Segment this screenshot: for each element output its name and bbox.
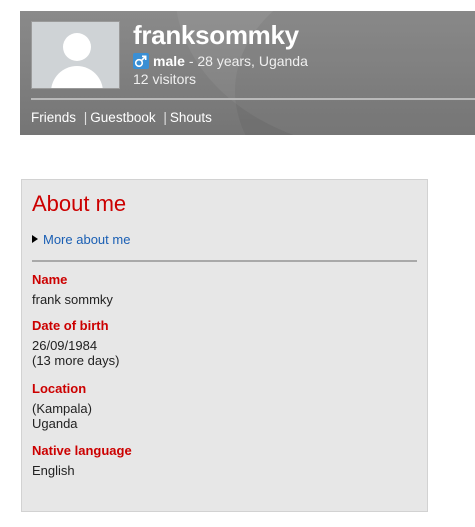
about-me-title: About me (32, 191, 127, 216)
more-about-me: More about me (32, 232, 130, 247)
profile-gender: male (153, 53, 185, 69)
profile-header: franksommky male - 28 years, Uganda 12 v… (20, 11, 475, 135)
field-value: 26/09/1984 (13 more days) (32, 338, 119, 368)
field-native-language: Native language English (32, 443, 132, 478)
profile-nav: Friends | Guestbook | Shouts (31, 110, 212, 125)
nav-guestbook-link[interactable]: Guestbook (90, 110, 155, 125)
nav-shouts-link[interactable]: Shouts (170, 110, 212, 125)
field-value-line: (13 more days) (32, 353, 120, 368)
avatar-placeholder-head (63, 33, 91, 61)
avatar[interactable] (31, 21, 120, 89)
profile-age-location: - 28 years, Uganda (188, 53, 308, 69)
field-label: Location (32, 381, 87, 396)
field-value: frank sommky (32, 292, 113, 307)
field-name: Name frank sommky (32, 272, 113, 307)
profile-meta: male - 28 years, Uganda (133, 53, 308, 69)
more-about-me-link[interactable]: More about me (43, 232, 130, 247)
field-value-line: 26/09/1984 (32, 338, 98, 353)
field-location: Location (Kampala) Uganda (32, 381, 92, 431)
field-value: English (32, 463, 132, 478)
profile-username: franksommky (133, 20, 299, 50)
header-divider (31, 98, 475, 100)
card-divider (32, 260, 417, 262)
field-date-of-birth: Date of birth 26/09/1984 (13 more days) (32, 318, 119, 368)
profile-visitors: 12 visitors (133, 71, 197, 87)
field-value-line: Uganda (32, 416, 78, 431)
avatar-placeholder-body (51, 66, 103, 88)
about-me-card: About me More about me Name frank sommky… (21, 179, 428, 512)
field-value: (Kampala) Uganda (32, 401, 92, 431)
arrow-right-icon (32, 235, 38, 243)
field-value-line: (Kampala) (32, 401, 92, 416)
nav-separator: | (83, 110, 88, 125)
field-label: Native language (32, 443, 132, 458)
field-label: Name (32, 272, 68, 287)
field-value-line: frank sommky (32, 292, 113, 307)
male-symbol-icon (133, 53, 149, 69)
nav-separator: | (163, 110, 167, 125)
nav-friends-link[interactable]: Friends (31, 110, 76, 125)
field-label: Date of birth (32, 318, 109, 333)
field-value-line: English (32, 463, 75, 478)
